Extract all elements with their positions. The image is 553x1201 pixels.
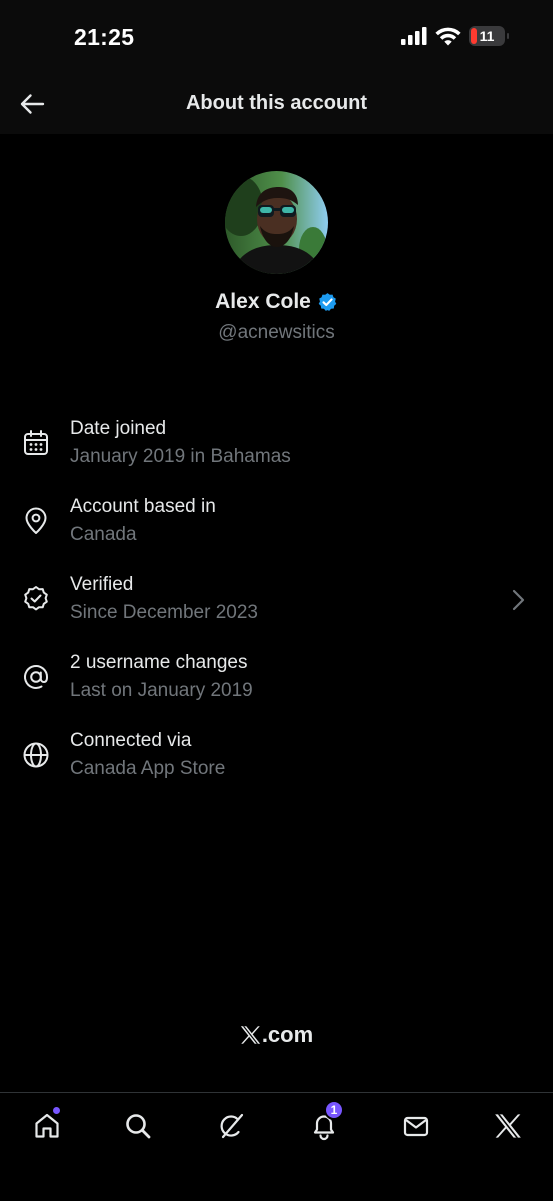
x-logo-icon <box>240 1026 260 1044</box>
info-title: Connected via <box>70 730 192 751</box>
info-row-date-joined: Date joined January 2019 in Bahamas <box>0 414 553 478</box>
page-title: About this account <box>185 92 368 114</box>
tab-notifications[interactable]: 1 <box>304 1100 344 1146</box>
profile-name-row: Alex Cole <box>0 290 553 314</box>
x-com-text: .com <box>261 1022 314 1047</box>
info-title: Account based in <box>70 496 216 517</box>
verified-badge-icon <box>318 292 337 311</box>
avatar-image <box>225 171 328 274</box>
tab-messages[interactable] <box>396 1106 436 1146</box>
info-row-account-based-in: Account based in Canada <box>0 492 553 556</box>
x-com-logo: .com <box>0 1022 553 1048</box>
location-pin-icon <box>25 507 47 534</box>
info-subtitle: Last on January 2019 <box>70 680 253 701</box>
tab-home[interactable] <box>27 1106 67 1146</box>
tab-grok[interactable] <box>211 1106 251 1146</box>
info-title: Date joined <box>70 418 167 439</box>
calendar-icon <box>24 430 48 455</box>
profile-handle: @acnewsitics <box>218 322 335 343</box>
tab-search[interactable] <box>118 1106 158 1146</box>
grok-icon <box>220 1113 244 1139</box>
battery-level: 11 <box>479 28 495 44</box>
status-icons: 11 <box>401 26 509 46</box>
profile-name: Alex Cole <box>215 290 311 313</box>
bottom-tab-bar: 1 <box>0 1092 553 1201</box>
globe-icon <box>23 742 49 768</box>
header: About this account <box>0 70 553 134</box>
info-subtitle: January 2019 in Bahamas <box>70 446 291 467</box>
status-bar: 21:25 11 <box>0 0 553 70</box>
search-icon <box>126 1114 151 1139</box>
battery-indicator: 11 <box>469 26 509 46</box>
info-subtitle: Canada <box>70 524 137 545</box>
status-time: 21:25 <box>74 24 135 50</box>
at-sign-icon <box>24 665 49 689</box>
notification-count-badge: 1 <box>324 1100 344 1120</box>
home-icon <box>35 1113 59 1138</box>
verified-badge-icon <box>24 586 48 611</box>
info-row-connected-via: Connected via Canada App Store <box>0 726 553 790</box>
info-row-username-changes: 2 username changes Last on January 2019 <box>0 648 553 712</box>
mail-icon <box>403 1116 429 1137</box>
cellular-signal-icon <box>401 27 427 45</box>
info-title: 2 username changes <box>70 652 248 673</box>
info-title: Verified <box>70 574 134 595</box>
info-subtitle: Since December 2023 <box>70 602 258 623</box>
x-logo-icon <box>495 1114 521 1138</box>
info-row-verified[interactable]: Verified Since December 2023 <box>0 570 553 634</box>
info-subtitle: Canada App Store <box>70 758 226 779</box>
tab-x[interactable] <box>488 1106 528 1146</box>
avatar[interactable] <box>225 171 328 274</box>
wifi-icon <box>435 27 461 45</box>
home-notification-dot <box>53 1107 60 1114</box>
chevron-right-icon <box>512 589 525 611</box>
